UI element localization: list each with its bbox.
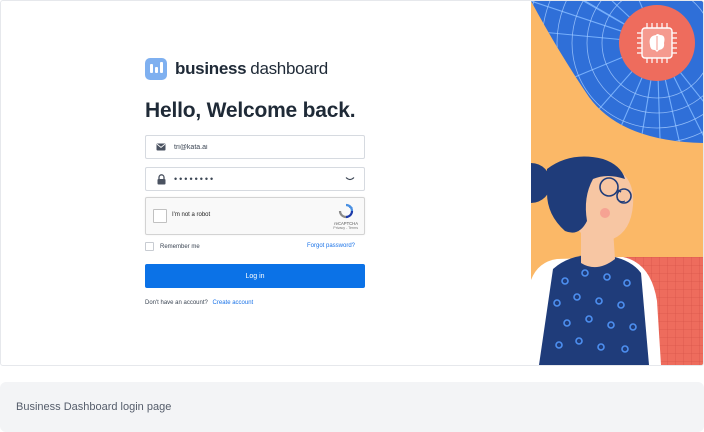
brand-logo: business dashboard: [145, 57, 328, 81]
signup-prompt: Don't have an account?: [145, 300, 208, 306]
recaptcha-widget: I'm not a robot reCAPTCHA Privacy - Term…: [145, 197, 365, 235]
create-account-link[interactable]: Create account: [213, 300, 254, 306]
page-title: Hello, Welcome back.: [145, 99, 356, 122]
recaptcha-checkbox[interactable]: [153, 209, 167, 223]
recaptcha-label: I'm not a robot: [172, 212, 211, 218]
caption-bar: Business Dashboard login page: [0, 382, 704, 432]
brand-name-light: dashboard: [250, 59, 328, 78]
remember-label: Remember me: [160, 243, 200, 250]
recaptcha-links[interactable]: Privacy - Terms: [333, 226, 358, 230]
eye-closed-icon[interactable]: [344, 173, 356, 185]
login-window: business dashboard Hello, Welcome back.: [0, 0, 704, 366]
email-field[interactable]: [145, 135, 365, 159]
forgot-password-link[interactable]: Forgot password?: [307, 243, 355, 249]
signup-row: Don't have an account? Create account: [145, 300, 253, 306]
mail-icon: [154, 140, 168, 154]
login-panel: business dashboard Hello, Welcome back.: [1, 1, 531, 365]
brand-name-bold: business: [175, 59, 247, 78]
bar-chart-logo-icon: [145, 58, 167, 80]
password-field[interactable]: [145, 167, 365, 191]
illustration-panel: [531, 1, 703, 365]
lock-icon: [154, 172, 168, 186]
brain-chip-icon: [619, 5, 695, 81]
recaptcha-logo-icon: [338, 203, 354, 219]
woman-illustration: [531, 1, 703, 365]
email-input[interactable]: [174, 137, 364, 157]
password-input[interactable]: [174, 169, 344, 189]
remember-checkbox[interactable]: [145, 242, 154, 251]
remember-me[interactable]: Remember me: [145, 242, 200, 251]
caption-text: Business Dashboard login page: [16, 401, 172, 413]
login-button[interactable]: Log in: [145, 264, 365, 288]
